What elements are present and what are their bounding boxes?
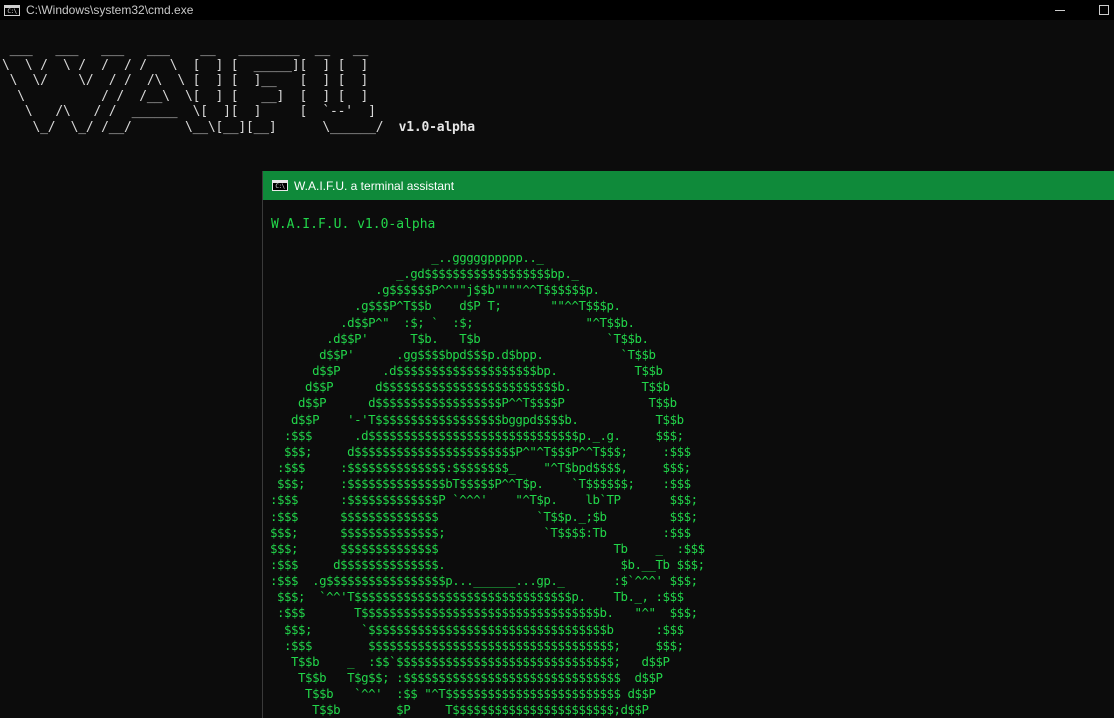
waifu-ascii-banner: ___ ___ ___ ___ __ ________ __ __ \ \ / …: [2, 42, 475, 135]
assistant-heading: W.A.I.F.U. v1.0-alpha: [271, 217, 436, 232]
minimize-button[interactable]: [1042, 0, 1078, 20]
version-tag: v1.0-alpha: [398, 119, 475, 135]
maximize-button[interactable]: [1086, 0, 1114, 20]
cmd-icon: C:\: [272, 180, 288, 191]
window-title: C:\Windows\system32\cmd.exe: [26, 3, 194, 17]
assistant-console: W.A.I.F.U. v1.0-alpha _..gggggppppp.._ _…: [263, 200, 1114, 718]
cmd-icon: C:\: [4, 4, 20, 16]
minimize-icon: [1055, 9, 1065, 11]
assistant-titlebar[interactable]: C:\ W.A.I.F.U. a terminal assistant: [263, 171, 1114, 200]
banner-art: ___ ___ ___ ___ __ ________ __ __ \ \ / …: [2, 42, 384, 135]
assistant-window-title: W.A.I.F.U. a terminal assistant: [294, 178, 455, 193]
maximize-icon: [1099, 5, 1109, 15]
assistant-window[interactable]: C:\ W.A.I.F.U. a terminal assistant W.A.…: [262, 171, 1114, 718]
ascii-art-image: _..gggggppppp.._ _.gd$$$$$$$$$$$$$$$$$$b…: [270, 250, 705, 718]
outer-titlebar[interactable]: C:\ C:\Windows\system32\cmd.exe: [0, 0, 1114, 20]
